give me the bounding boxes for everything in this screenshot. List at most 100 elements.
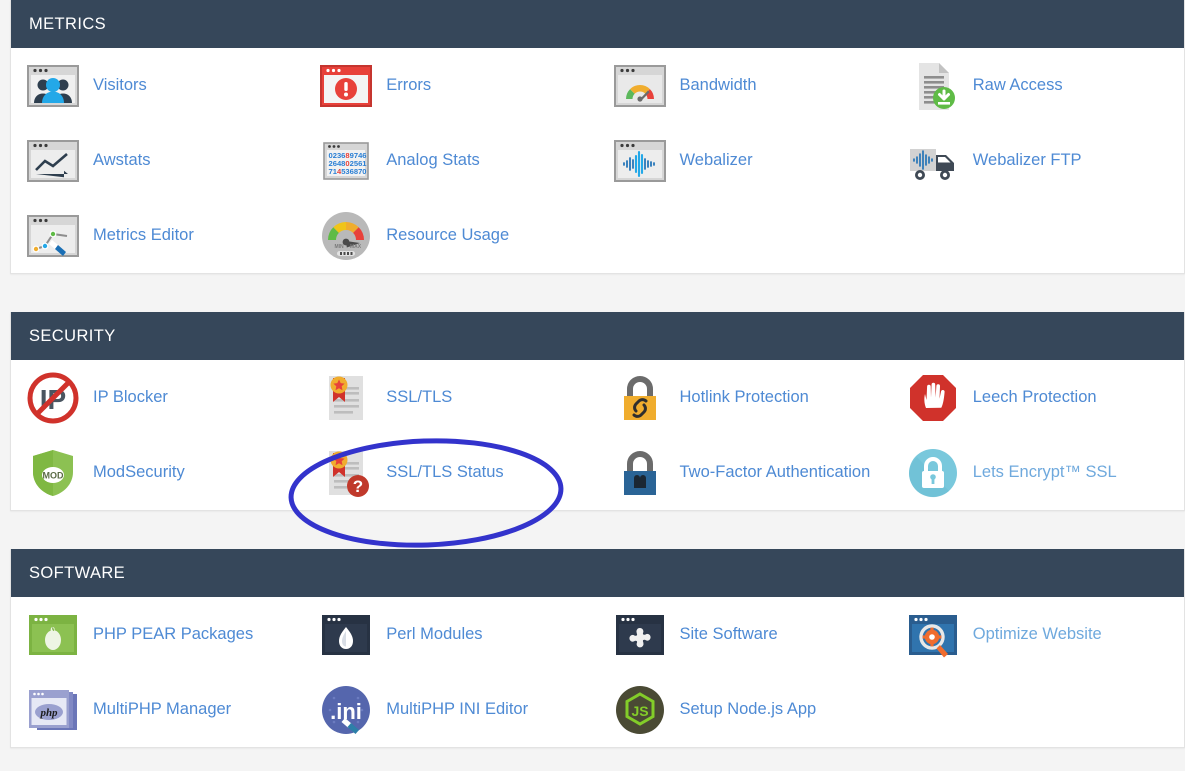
item-modsecurity[interactable]: MOD ModSecurity <box>11 435 304 510</box>
item-ip-blocker[interactable]: IP IP Blocker <box>11 360 304 435</box>
svg-text:php: php <box>39 707 58 719</box>
svg-text:MIN: MIN <box>335 244 345 250</box>
resource-usage-icon: MIN MAX <box>320 210 372 262</box>
perl-modules-icon <box>320 609 372 661</box>
hotlink-protection-icon <box>614 372 666 424</box>
item-label: ModSecurity <box>93 463 185 482</box>
item-label: Visitors <box>93 76 147 95</box>
panel-security: SECURITY IP IP Blocker <box>10 312 1185 511</box>
bandwidth-icon <box>613 60 666 112</box>
item-analog-stats[interactable]: 023689746 264802561 714536870 Analog Sta… <box>304 123 597 198</box>
panel-header-software: SOFTWARE <box>11 549 1184 597</box>
item-perl-modules[interactable]: Perl Modules <box>304 597 597 672</box>
panel-body-software: PHP PEAR Packages Perl Modules Site Soft… <box>11 597 1184 747</box>
item-raw-access[interactable]: Raw Access <box>891 48 1184 123</box>
item-label: Awstats <box>93 151 151 170</box>
multiphp-manager-icon: php <box>27 684 79 736</box>
item-php-pear-packages[interactable]: PHP PEAR Packages <box>11 597 304 672</box>
item-row: IP IP Blocker <box>11 360 1184 435</box>
panel-header-metrics: METRICS <box>11 0 1184 48</box>
svg-text:MAX: MAX <box>350 244 362 250</box>
item-label: Metrics Editor <box>93 226 194 245</box>
item-hotlink-protection[interactable]: Hotlink Protection <box>598 360 891 435</box>
item-label: MultiPHP INI Editor <box>386 700 529 719</box>
ssl-tls-status-icon: ? <box>320 447 372 499</box>
item-row: Visitors Errors Bandwidth Raw Access <box>11 48 1184 123</box>
item-label: Hotlink Protection <box>679 388 809 407</box>
php-pear-icon <box>27 609 79 661</box>
item-two-factor-auth[interactable]: Two-Factor Authentication <box>598 435 891 510</box>
item-label: Setup Node.js App <box>679 700 817 719</box>
svg-text:JS: JS <box>631 703 648 719</box>
leech-protection-icon <box>907 372 959 424</box>
item-label: Two-Factor Authentication <box>679 463 871 482</box>
item-awstats[interactable]: Awstats <box>11 123 304 198</box>
item-label: Raw Access <box>972 76 1063 95</box>
item-webalizer-ftp[interactable]: Webalizer FTP <box>891 123 1184 198</box>
item-visitors[interactable]: Visitors <box>11 48 304 123</box>
panel-body-security: IP IP Blocker <box>11 360 1184 510</box>
metrics-editor-icon <box>27 210 79 262</box>
item-metrics-editor[interactable]: Metrics Editor <box>11 198 304 273</box>
lets-encrypt-icon <box>907 447 959 499</box>
item-label: Webalizer <box>679 151 753 170</box>
svg-text:?: ? <box>353 477 363 496</box>
item-label: Lets Encrypt™ SSL <box>972 463 1117 482</box>
item-label: Site Software <box>679 625 778 644</box>
item-label: Bandwidth <box>679 76 757 95</box>
awstats-icon <box>27 135 79 187</box>
ssl-tls-icon <box>320 372 372 424</box>
item-label: Resource Usage <box>386 226 510 245</box>
item-resource-usage[interactable]: MIN MAX Resource Usage <box>304 198 597 273</box>
cpanel-page: METRICS Visitors Errors Bandwidth Raw Ac… <box>0 0 1185 771</box>
errors-icon <box>320 60 373 112</box>
item-row: php MultiPHP Manager .ini MultiPHP INI E… <box>11 672 1184 747</box>
item-multiphp-manager[interactable]: php MultiPHP Manager <box>11 672 304 747</box>
item-site-software[interactable]: Site Software <box>598 597 891 672</box>
webalizer-ftp-icon <box>907 135 959 187</box>
item-label: Errors <box>386 76 432 95</box>
two-factor-auth-icon <box>614 447 666 499</box>
item-bandwidth[interactable]: Bandwidth <box>598 48 891 123</box>
item-row: PHP PEAR Packages Perl Modules Site Soft… <box>11 597 1184 672</box>
item-label: Webalizer FTP <box>972 151 1082 170</box>
panel-body-metrics: Visitors Errors Bandwidth Raw Access Aws… <box>11 48 1184 273</box>
modsecurity-icon: MOD <box>27 447 79 499</box>
item-webalizer[interactable]: Webalizer <box>598 123 891 198</box>
analog-stats-icon: 023689746 264802561 714536870 <box>320 135 372 187</box>
webalizer-icon <box>613 135 666 187</box>
panel-title-software: SOFTWARE <box>29 564 126 582</box>
raw-access-icon <box>907 60 959 112</box>
item-lets-encrypt[interactable]: Lets Encrypt™ SSL <box>891 435 1184 510</box>
panel-title-metrics: METRICS <box>29 15 107 33</box>
ip-blocker-icon: IP <box>27 372 79 424</box>
panel-metrics: METRICS Visitors Errors Bandwidth Raw Ac… <box>10 0 1185 274</box>
setup-nodejs-icon: JS <box>614 684 666 736</box>
item-optimize-website[interactable]: Optimize Website <box>891 597 1184 672</box>
item-label: SSL/TLS Status <box>386 463 504 482</box>
site-software-icon <box>614 609 666 661</box>
multiphp-ini-editor-icon: .ini <box>320 684 372 736</box>
panel-title-security: SECURITY <box>29 327 116 345</box>
item-label: PHP PEAR Packages <box>93 625 254 644</box>
svg-text:MOD: MOD <box>43 470 64 480</box>
item-label: MultiPHP Manager <box>93 700 232 719</box>
item-label: Analog Stats <box>386 151 480 170</box>
item-ssl-tls-status[interactable]: ? SSL/TLS Status <box>304 435 597 510</box>
panel-header-security: SECURITY <box>11 312 1184 360</box>
item-multiphp-ini-editor[interactable]: .ini MultiPHP INI Editor <box>304 672 597 747</box>
svg-text:714536870: 714536870 <box>329 167 367 176</box>
panel-software: SOFTWARE PHP PEAR Packages Perl Modules … <box>10 549 1185 748</box>
item-label: SSL/TLS <box>386 388 453 407</box>
item-setup-nodejs-app[interactable]: JS Setup Node.js App <box>598 672 891 747</box>
item-row: MOD ModSecurity ? SSL/TLS Status Two-Fac… <box>11 435 1184 510</box>
item-row: Metrics Editor MIN MAX Resource Usage <box>11 198 1184 273</box>
item-row: Awstats 023689746 264802561 714536870 An… <box>11 123 1184 198</box>
item-ssl-tls[interactable]: SSL/TLS <box>304 360 597 435</box>
item-leech-protection[interactable]: Leech Protection <box>891 360 1184 435</box>
item-errors[interactable]: Errors <box>304 48 597 123</box>
item-label: IP Blocker <box>93 388 168 407</box>
item-label: Leech Protection <box>972 388 1097 407</box>
visitors-icon <box>27 60 79 112</box>
item-label: Perl Modules <box>386 625 483 644</box>
